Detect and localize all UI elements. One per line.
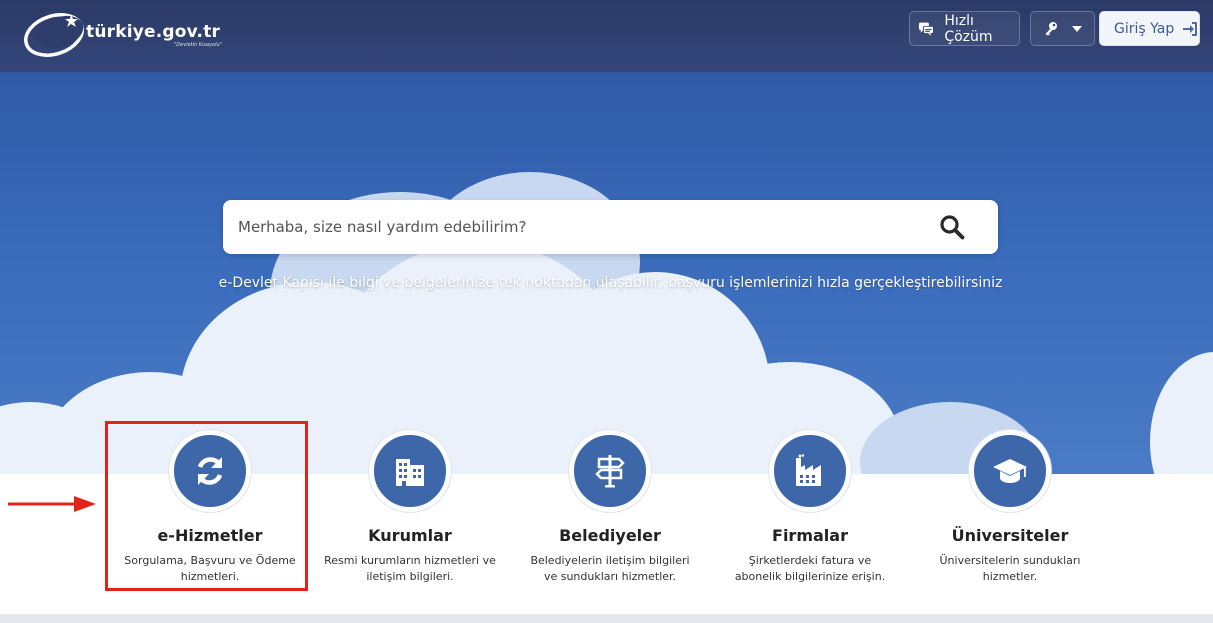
caret-down-icon [1071, 25, 1082, 32]
search-bar [223, 200, 998, 254]
building-icon [396, 459, 424, 486]
category-icon-circle [369, 430, 451, 512]
sign-in-icon [1183, 21, 1198, 36]
login-label: Giriş Yap [1114, 20, 1175, 37]
key-icon [1045, 21, 1057, 35]
red-arrow-icon [8, 496, 96, 512]
hizli-cozum-button[interactable]: Hızlı Çözüm [909, 11, 1020, 46]
graduation-cap-icon [993, 459, 1027, 483]
category-title: Belediyeler [559, 526, 661, 545]
site-logo[interactable]: türkiye.gov.tr "Devletin Kısayolu" [22, 8, 232, 58]
category-icon-circle [769, 430, 851, 512]
category-icon-circle [569, 430, 651, 512]
category-title: Üniversiteler [951, 526, 1069, 545]
category-desc: Sorgulama, Başvuru ve Ödeme hizmetleri. [124, 554, 296, 583]
category-firmalar[interactable]: Firmalar Şirketlerdeki fatura ve aboneli… [710, 430, 910, 585]
category-belediyeler[interactable]: Belediyeler Belediyelerin iletişim bilgi… [510, 430, 710, 585]
search-icon[interactable] [939, 214, 965, 240]
category-kurumlar[interactable]: Kurumlar Resmi kurumların hizmetleri ve … [310, 430, 510, 585]
crescent-star-logo-icon [24, 13, 84, 57]
category-e-hizmetler[interactable]: e-Hizmetler Sorgulama, Başvuru ve Ödeme … [110, 430, 310, 585]
refresh-icon [197, 457, 223, 485]
hero-tagline: e-Devlet Kapısı ile bilgi ve belgelerini… [218, 275, 1003, 291]
category-icon-circle [169, 430, 251, 512]
category-desc: Şirketlerdeki fatura ve abonelik bilgile… [734, 554, 886, 583]
chat-icon [918, 22, 934, 36]
category-icon-circle [969, 430, 1051, 512]
cloud [1150, 352, 1213, 474]
logo-text: türkiye.gov.tr [86, 22, 221, 42]
bottom-strip [0, 614, 1213, 623]
login-button[interactable]: Giriş Yap [1099, 11, 1200, 46]
category-title: e-Hizmetler [157, 526, 263, 545]
search-input[interactable] [238, 200, 918, 254]
category-title: Kurumlar [368, 526, 452, 545]
hizli-cozum-label: Hızlı Çözüm [944, 12, 993, 45]
factory-icon [796, 454, 821, 486]
signpost-icon [595, 455, 625, 488]
category-title: Firmalar [772, 526, 848, 545]
category-desc: Üniversitelerin sundukları hizmetler. [939, 554, 1081, 583]
category-desc: Resmi kurumların hizmetleri ve iletişim … [324, 554, 496, 583]
category-universiteler[interactable]: Üniversiteler Üniversitelerin sundukları… [910, 430, 1110, 585]
key-menu-button[interactable] [1030, 11, 1095, 46]
hero-banner: e-Devlet Kapısı ile bilgi ve belgelerini… [0, 72, 1213, 474]
category-desc: Belediyelerin iletişim bilgileri ve sund… [530, 554, 690, 583]
logo-subtitle: "Devletin Kısayolu" [174, 42, 222, 48]
site-header: türkiye.gov.tr "Devletin Kısayolu" Hızlı… [0, 0, 1213, 72]
